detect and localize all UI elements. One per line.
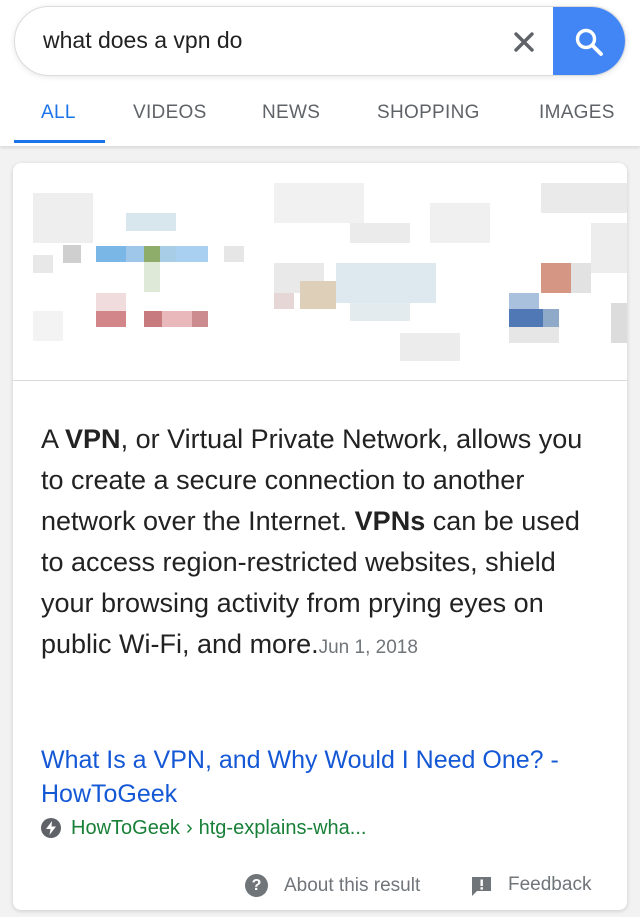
- tab-news[interactable]: NEWS: [262, 102, 320, 124]
- snippet-image-1[interactable]: [13, 163, 267, 380]
- amp-lightning-icon: [41, 818, 61, 838]
- tab-images[interactable]: IMAGES: [539, 102, 615, 124]
- feedback-button[interactable]: Feedback: [471, 874, 591, 896]
- close-icon: [514, 32, 534, 52]
- search-icon: [575, 28, 603, 56]
- snippet-answer-content: A VPN, or Virtual Private Network, allow…: [41, 424, 582, 659]
- snippet-text-part: A: [41, 424, 66, 454]
- search-button[interactable]: [553, 7, 625, 75]
- tab-shopping[interactable]: SHOPPING: [377, 102, 480, 124]
- search-header: what does a vpn do ALL VIDEOS NEWS SHOPP…: [0, 0, 640, 146]
- snippet-answer-text: A VPN, or Virtual Private Network, allow…: [41, 419, 607, 668]
- result-site-name: HowToGeek: [71, 816, 180, 839]
- snippet-footer: ? About this result Feedback: [13, 866, 627, 906]
- search-tabs: ALL VIDEOS NEWS SHOPPING IMAGES: [0, 88, 640, 146]
- active-tab-indicator: [14, 140, 105, 143]
- feedback-label: Feedback: [508, 874, 592, 895]
- feedback-icon: [471, 876, 492, 896]
- result-title-link[interactable]: What Is a VPN, and Why Would I Need One?…: [41, 743, 607, 811]
- snippet-image-3[interactable]: [501, 163, 627, 380]
- help-circle-icon: ?: [245, 874, 268, 897]
- clear-search-button[interactable]: [501, 19, 547, 65]
- featured-snippet-card: A VPN, or Virtual Private Network, allow…: [13, 163, 627, 910]
- snippet-date: Jun 1, 2018: [318, 637, 418, 658]
- breadcrumb-separator: ›: [185, 816, 193, 839]
- tab-all[interactable]: ALL: [41, 102, 76, 124]
- tab-videos[interactable]: VIDEOS: [133, 102, 207, 124]
- result-url[interactable]: HowToGeek › htg-explains-wha...: [41, 816, 366, 840]
- snippet-bold-term: VPNs: [354, 506, 426, 536]
- result-path: htg-explains-wha...: [198, 816, 367, 839]
- about-label: About this result: [284, 874, 421, 896]
- snippet-image-2[interactable]: [270, 163, 498, 380]
- search-box[interactable]: what does a vpn do: [14, 6, 626, 76]
- search-input[interactable]: what does a vpn do: [43, 27, 242, 54]
- snippet-images-strip[interactable]: [13, 163, 627, 381]
- snippet-bold-term: VPN: [65, 424, 121, 454]
- about-this-result-button[interactable]: ? About this result: [245, 874, 420, 897]
